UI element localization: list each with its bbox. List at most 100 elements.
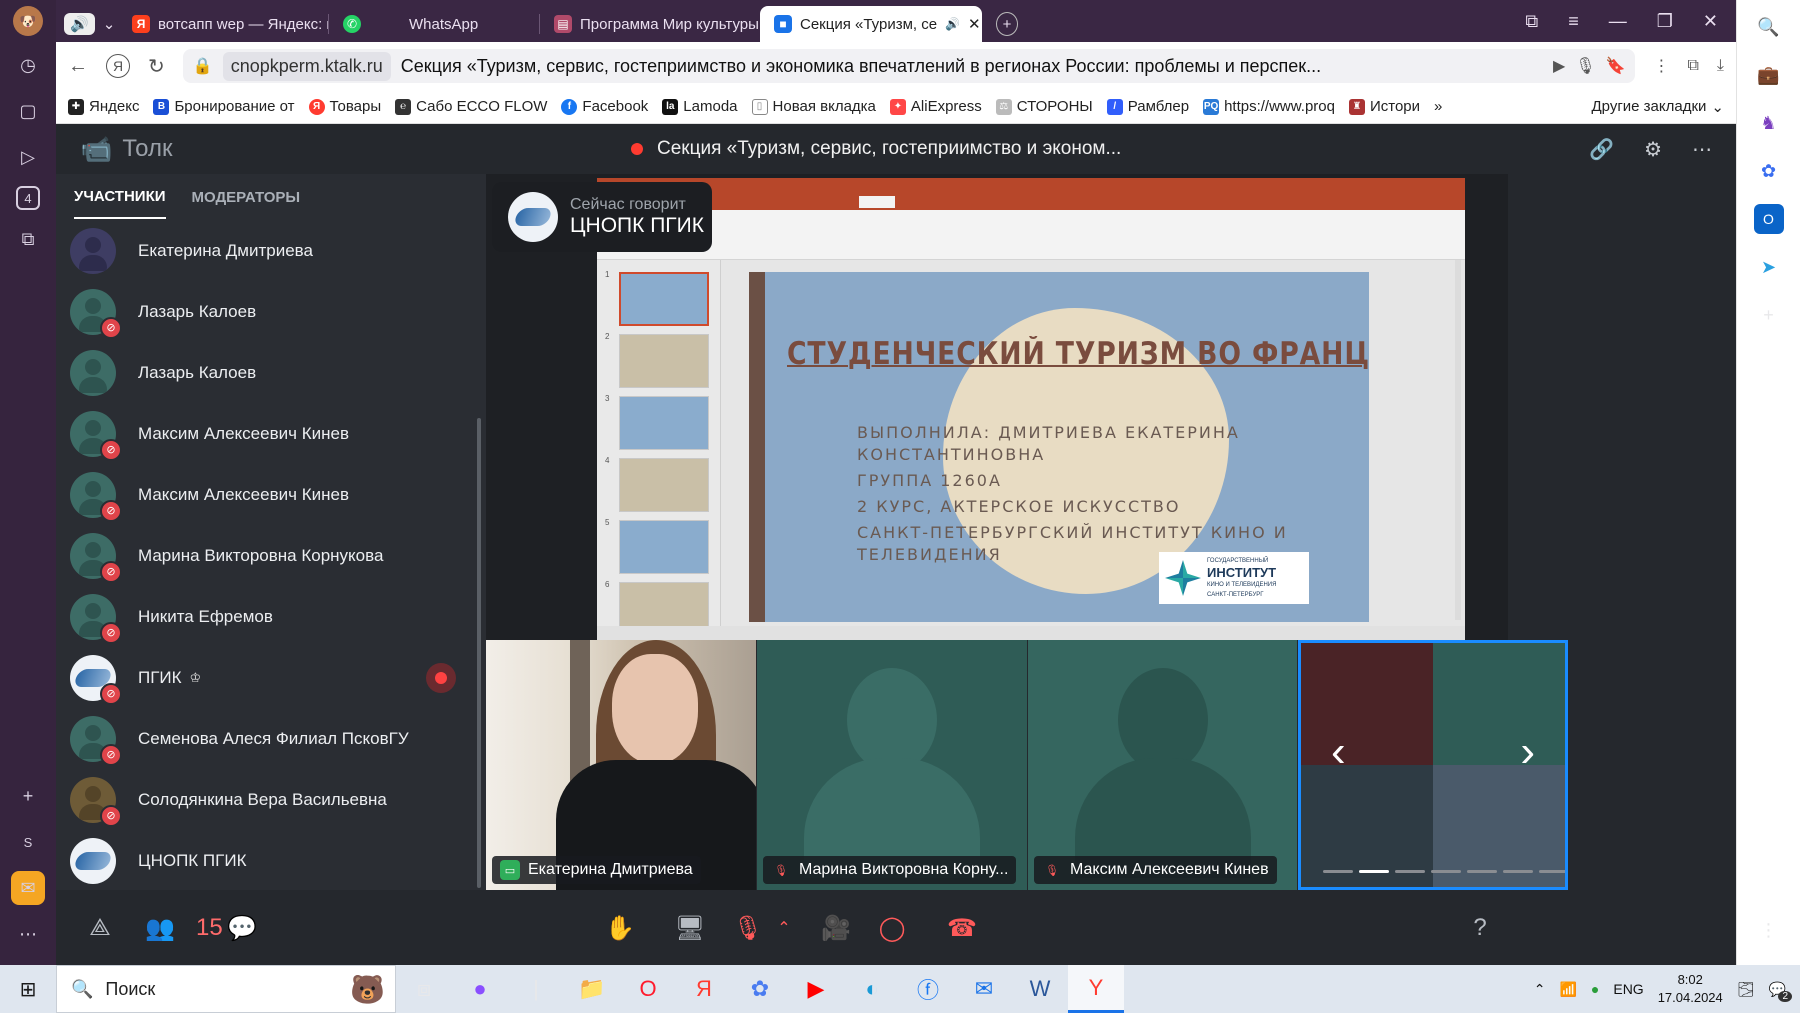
participant-row[interactable]: ⊘ Максим Алексеевич Кинев [56,464,486,525]
bookmark-item[interactable]: f Facebook [561,98,648,115]
slide-thumbnail[interactable] [619,520,709,574]
participant-row[interactable]: ⊘ Никита Ефремов [56,586,486,647]
participant-row[interactable]: ⊘ ПГИК ♔ [56,647,486,708]
participant-row[interactable]: ⊘ Семенова Алеся Филиал ПсковГУ [56,708,486,769]
more-options-icon[interactable]: ⋯ [1692,137,1712,162]
more-icon[interactable]: ⋯ [11,917,45,951]
bookmark-item[interactable]: ♜ Истори [1348,98,1420,115]
tab-moderators[interactable]: МОДЕРАТОРЫ [192,189,301,206]
slide-thumbnail[interactable] [619,458,709,512]
camera-button[interactable]: 🎥 [816,908,856,948]
bookmark-item[interactable]: Я Товары [308,98,381,115]
restore-icon[interactable]: ❐ [1657,11,1673,32]
language-indicator[interactable]: ENG [1613,981,1643,997]
chat-icon[interactable]: 💬 [222,908,262,948]
send-icon[interactable]: ➤ [1754,252,1784,282]
bookmark-item[interactable]: B Бронирование от [153,98,295,115]
download-icon[interactable]: ⤓ [1717,57,1724,75]
play-icon[interactable]: ▷ [11,140,45,174]
participants-scrollbar[interactable] [477,418,481,888]
slide-thumbnail[interactable] [619,334,709,388]
chess-icon[interactable]: ♞ [1754,108,1784,138]
add-icon[interactable]: + [1754,300,1784,330]
participant-row[interactable]: Екатерина Дмитриева [56,220,486,281]
settings-gear-icon[interactable]: ⚙ [1644,137,1662,162]
extensions-icon[interactable]: ⧉ [1687,57,1698,75]
briefcase-icon[interactable]: 💼 [1754,60,1784,90]
copilot-icon[interactable]: ✿ [732,965,788,1013]
video-tile-avatar[interactable]: 🎙 Марина Викторовна Корну... [757,640,1027,890]
microphone-icon[interactable]: 🎙 [1575,56,1595,76]
widget-icon[interactable]: 🌫 [1737,981,1755,998]
tab-yandex-search[interactable]: Я вотсапп wep — Яндекс: на [118,6,328,42]
yandex-y-icon[interactable]: Y [1068,965,1124,1013]
tab-participants[interactable]: УЧАСТНИКИ [74,176,166,219]
bookmarks-overflow-button[interactable]: » [1434,98,1442,115]
shapes-icon[interactable]: ⟁ [80,908,120,948]
bookmark-item[interactable]: ✚ Яндекс [68,98,139,115]
notifications-icon[interactable]: 💬 2 [1769,981,1792,1002]
bookmark-item[interactable]: ⚖ СТОРОНЫ [995,98,1093,115]
reload-icon[interactable]: ↻ [148,54,165,79]
taskbar-search[interactable]: 🔍 Поиск 🐻 [56,965,396,1013]
close-window-icon[interactable]: ✕ [1703,11,1718,32]
sound-tab-control[interactable]: 🔊 ⌄ [56,6,118,42]
settings-dots-icon[interactable]: ⋮ [1754,915,1784,945]
participants-icon[interactable]: 👥 [140,908,180,948]
alice-icon[interactable]: ● [452,965,508,1013]
collections-icon[interactable]: ▢ [11,94,45,128]
screenshot-icon[interactable]: ⧉ [11,222,45,256]
slide-thumbnail[interactable] [619,396,709,450]
outlook-icon[interactable]: O [1753,204,1784,234]
bookmark-item[interactable]: la Lamoda [662,98,738,115]
edge-icon[interactable]: ◐ [844,965,900,1013]
profile-avatar[interactable]: 🐶 [13,6,43,36]
bookmarks-panel-icon[interactable]: ⧉ [1525,11,1538,32]
word-icon[interactable]: W [1012,965,1068,1013]
raise-hand-icon[interactable]: ✋ [600,908,640,948]
tab-ktalk-active[interactable]: ■ Секция «Туризм, се 🔊 ✕ [760,6,982,42]
participant-count[interactable]: 15 [196,908,223,948]
task-view-icon[interactable]: ⧈ [396,965,452,1013]
video-tile-camera[interactable]: ▭ Екатерина Дмитриева [486,640,756,890]
mic-options-chevron-icon[interactable]: ⌃ [764,908,804,948]
previous-arrow-icon[interactable]: ‹ [1331,727,1346,777]
bookmark-icon[interactable]: 🔖 [1606,56,1626,76]
search-icon[interactable]: 🔍 [1754,12,1784,42]
bookmark-item[interactable]: PQ https://www.proq [1203,98,1335,115]
mail-icon[interactable]: ✉ [956,965,1012,1013]
more-participants-tile[interactable]: ‹ › [1298,640,1568,890]
participant-row[interactable]: ЦНОПК ПГИК [56,830,486,891]
hang-up-button[interactable]: ☎ [942,908,982,948]
minimize-icon[interactable]: — [1609,11,1627,32]
close-tab-icon[interactable]: ✕ [968,15,981,33]
mic-off-button[interactable]: 🎙 [728,908,768,948]
next-arrow-icon[interactable]: › [1520,727,1535,777]
other-bookmarks[interactable]: Другие закладки ⌄ [1591,98,1724,116]
screen-share-button[interactable]: 🖥 [670,908,710,948]
file-explorer-icon[interactable]: 📁 [564,965,620,1013]
new-tab-button[interactable]: + [982,6,1032,42]
bookmark-item[interactable]: ✦ AliExpress [889,98,982,115]
mail-app-icon[interactable]: ✉ [11,871,45,905]
bookmark-item[interactable]: / Рамблер [1106,98,1189,115]
copilot-icon[interactable]: ✿ [1754,156,1784,186]
youtube-icon[interactable]: ▶ [788,965,844,1013]
participant-row[interactable]: ⊘ Марина Викторовна Корнукова [56,525,486,586]
help-button[interactable]: ? [1460,908,1500,948]
video-tile-avatar[interactable]: 🎙 Максим Алексеевич Кинев [1028,640,1297,890]
link-icon[interactable]: 🔗 [1589,137,1614,162]
camera-icon[interactable]: ▶ [1553,56,1565,76]
opera-icon[interactable]: O [620,965,676,1013]
tab-whatsapp[interactable]: ✆ WhatsApp [329,6,539,42]
chevron-up-icon[interactable]: ⌃ [1534,981,1546,998]
participant-row[interactable]: Лазарь Калоев [56,342,486,403]
yandex-browser-icon[interactable]: Я [676,965,732,1013]
slide-thumbnail[interactable] [619,272,709,326]
s-icon[interactable]: S [11,825,45,859]
bookmark-item[interactable]: ℮ Сабо ECCO FLOW [395,98,547,115]
kebab-menu-icon[interactable]: ⋮ [1653,56,1669,76]
windows-start-icon[interactable]: ⊞ [0,965,56,1013]
shield-icon[interactable]: ● [1591,981,1599,997]
bookmark-item[interactable]: ▯ Новая вкладка [751,98,876,115]
